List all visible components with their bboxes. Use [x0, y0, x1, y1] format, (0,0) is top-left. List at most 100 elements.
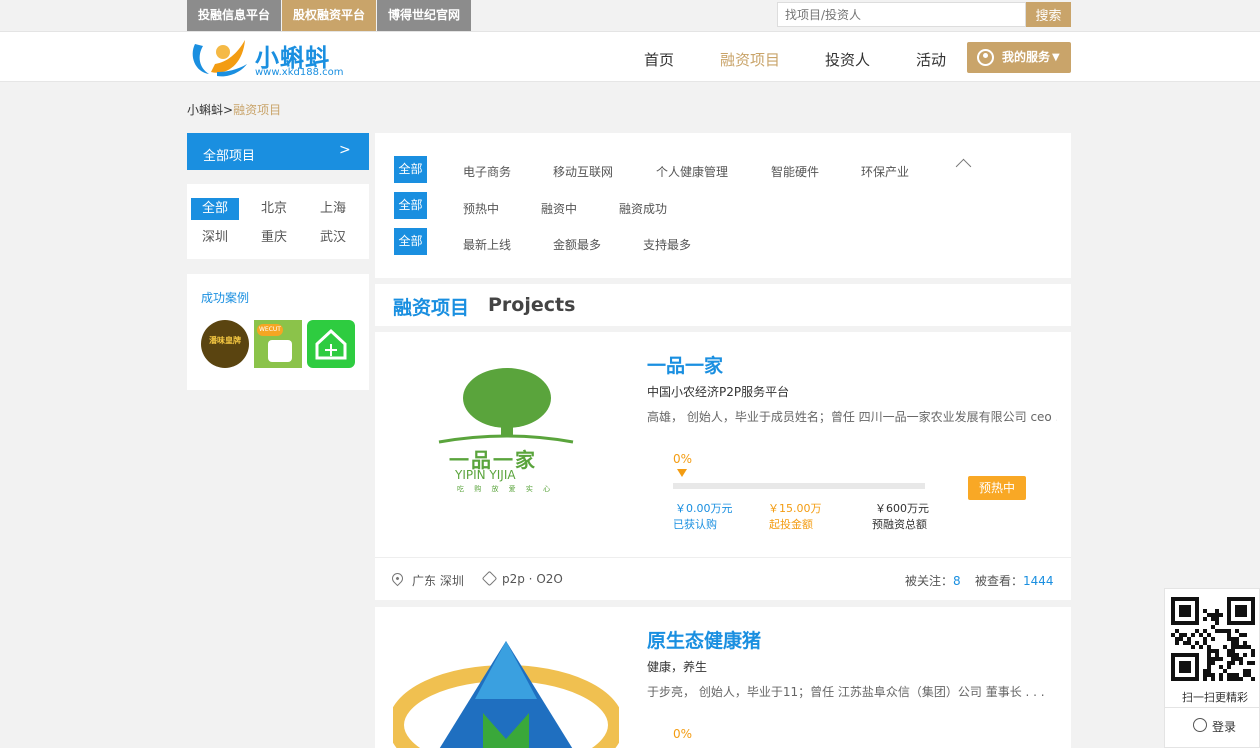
project-logo[interactable]: 一品一家 YIPIN YIJIA 吃 购 放 爱 实 心 [435, 364, 575, 494]
site-logo[interactable]: 小蝌蚪 www.xkd188.com [187, 36, 357, 78]
project-card[interactable]: 一品一家 YIPIN YIJIA 吃 购 放 爱 实 心 一品一家 中国小农经济… [375, 332, 1071, 600]
all-projects-header[interactable]: 全部项目 > [187, 133, 369, 170]
industry-environment[interactable]: 环保产业 [861, 163, 909, 180]
project-name[interactable]: 原生态健康猪 [647, 626, 761, 653]
project-logo-en: YIPIN YIJIA [455, 468, 516, 482]
tag-icon [481, 570, 498, 587]
filter-panel: 全部 电子商务 移动互联网 个人健康管理 智能硬件 环保产业 全部 预热中 融资… [375, 133, 1071, 278]
stage-preheat[interactable]: 预热中 [463, 200, 499, 217]
project-logo-sub: 吃 购 放 爱 实 心 [457, 485, 555, 493]
city-chongqing[interactable]: 重庆 [250, 227, 298, 249]
progress-marker-icon [677, 469, 687, 477]
search-input[interactable] [777, 2, 1026, 27]
target-amount: ￥600万元 [875, 502, 929, 515]
qr-caption: 扫一扫更精彩 [1182, 691, 1248, 704]
my-service-label: 我的服务 [1002, 50, 1051, 64]
stage-financing[interactable]: 融资中 [541, 200, 577, 217]
sort-support[interactable]: 支持最多 [643, 236, 691, 253]
tab-equity-financing-platform[interactable]: 股权融资平台 [282, 0, 376, 31]
progress-percent: 0% [673, 727, 693, 741]
case-logo-1-text: 潘味皇牌 [209, 336, 241, 345]
project-footer: 广东 深圳 p2p · O2O 被关注：8 被查看：1444 [375, 557, 1071, 600]
industry-all[interactable]: 全部 [394, 156, 427, 183]
location-pin-icon [389, 570, 406, 587]
breadcrumb-current: 融资项目 [233, 103, 282, 117]
status-badge: 预热中 [968, 476, 1026, 500]
project-logo[interactable] [393, 629, 619, 748]
city-shanghai[interactable]: 上海 [309, 198, 357, 220]
breadcrumb-separator: > [223, 103, 234, 117]
follow-number: 8 [953, 574, 961, 588]
case-logo-2-badge: WECUT [257, 324, 283, 336]
target-label: 预融资总额 [872, 518, 927, 531]
stage-all[interactable]: 全部 [394, 192, 427, 219]
user-icon [1193, 718, 1207, 732]
project-description: 高雄， 创始人，毕业于成员姓名；曾任 四川一品一家农业发展有限公司 ceo . … [647, 410, 1057, 424]
project-name[interactable]: 一品一家 [647, 351, 723, 378]
case-logo-3[interactable] [307, 320, 355, 368]
sort-newest[interactable]: 最新上线 [463, 236, 511, 253]
success-cases-title: 成功案例 [201, 291, 250, 305]
city-wuhan[interactable]: 武汉 [309, 227, 357, 249]
login-label: 登录 [1212, 720, 1237, 734]
all-projects-label: 全部项目 [203, 149, 256, 164]
qr-code-panel: 扫一扫更精彩 [1164, 588, 1260, 708]
success-cases: 成功案例 潘味皇牌 WECUT [187, 274, 369, 390]
house-icon [315, 328, 347, 360]
views-label: 被查看： [975, 574, 1024, 588]
section-title: 融资项目 Projects [375, 284, 1071, 326]
breadcrumb-home[interactable]: 小蝌蚪 [187, 103, 223, 117]
industry-mobile-internet[interactable]: 移动互联网 [553, 163, 613, 180]
chevron-right-icon: > [339, 142, 351, 158]
raised-amount: ￥0.00万元 [675, 502, 733, 515]
cat-face-icon [268, 340, 292, 362]
city-all[interactable]: 全部 [191, 198, 239, 220]
min-invest-label: 起投金额 [769, 518, 813, 531]
progress-percent: 0% [673, 452, 693, 466]
project-tagline: 健康，养生 [647, 660, 708, 674]
progress-bar [673, 483, 925, 489]
project-description: 于步亮， 创始人，毕业于11；曾任 江苏盐阜众信（集团）公司 董事长 . . . [647, 685, 1045, 699]
industry-smart-hardware[interactable]: 智能硬件 [771, 163, 819, 180]
project-location: 广东 深圳 [412, 574, 464, 588]
raised-label: 已获认购 [673, 518, 717, 531]
project-tagline: 中国小农经济P2P服务平台 [647, 385, 790, 399]
case-logo-2[interactable]: WECUT [254, 320, 302, 368]
follow-count: 被关注：8 [905, 572, 961, 589]
logo-url: www.xkd188.com [255, 67, 344, 78]
nav-projects[interactable]: 融资项目 [720, 49, 780, 70]
section-title-en: Projects [488, 294, 576, 316]
search-button[interactable]: 搜索 [1026, 2, 1071, 27]
city-beijing[interactable]: 北京 [250, 198, 298, 220]
login-button[interactable]: 登录 [1164, 708, 1260, 748]
city-filter: 全部 北京 上海 深圳 重庆 武汉 [187, 184, 369, 259]
breadcrumb: 小蝌蚪>融资项目 [187, 101, 281, 118]
project-card[interactable]: 原生态健康猪 健康，养生 于步亮， 创始人，毕业于11；曾任 江苏盐阜众信（集团… [375, 607, 1071, 748]
chevron-up-icon[interactable] [955, 158, 972, 175]
min-invest-amount: ￥15.00万 [768, 502, 822, 515]
tadpole-logo-icon [192, 40, 247, 77]
site-header: 小蝌蚪 www.xkd188.com 首页 融资项目 投资人 活动 我的服务 ▼ [0, 32, 1260, 82]
tree-icon [438, 368, 574, 444]
project-tags: p2p · O2O [502, 572, 563, 586]
tab-financing-info-platform[interactable]: 投融信息平台 [187, 0, 281, 31]
user-icon [977, 49, 994, 66]
section-title-cn: 融资项目 [393, 297, 470, 319]
tab-bode-official-site[interactable]: 博得世纪官网 [377, 0, 471, 31]
sort-amount[interactable]: 金额最多 [553, 236, 601, 253]
my-service-button[interactable]: 我的服务 ▼ [967, 42, 1071, 73]
chevron-down-icon: ▼ [1052, 52, 1060, 63]
case-logo-1[interactable]: 潘味皇牌 [201, 320, 249, 368]
nav-investors[interactable]: 投资人 [825, 49, 870, 70]
industry-health[interactable]: 个人健康管理 [656, 163, 728, 180]
views-number: 1444 [1023, 574, 1054, 588]
nav-events[interactable]: 活动 [916, 49, 946, 70]
industry-ecommerce[interactable]: 电子商务 [463, 163, 511, 180]
follow-label: 被关注： [905, 574, 954, 588]
stage-success[interactable]: 融资成功 [619, 200, 667, 217]
city-shenzhen[interactable]: 深圳 [191, 227, 239, 249]
nav-home[interactable]: 首页 [644, 49, 674, 70]
qr-code-icon [1171, 597, 1255, 681]
pyramid-logo-icon [393, 641, 619, 748]
sort-all[interactable]: 全部 [394, 228, 427, 255]
